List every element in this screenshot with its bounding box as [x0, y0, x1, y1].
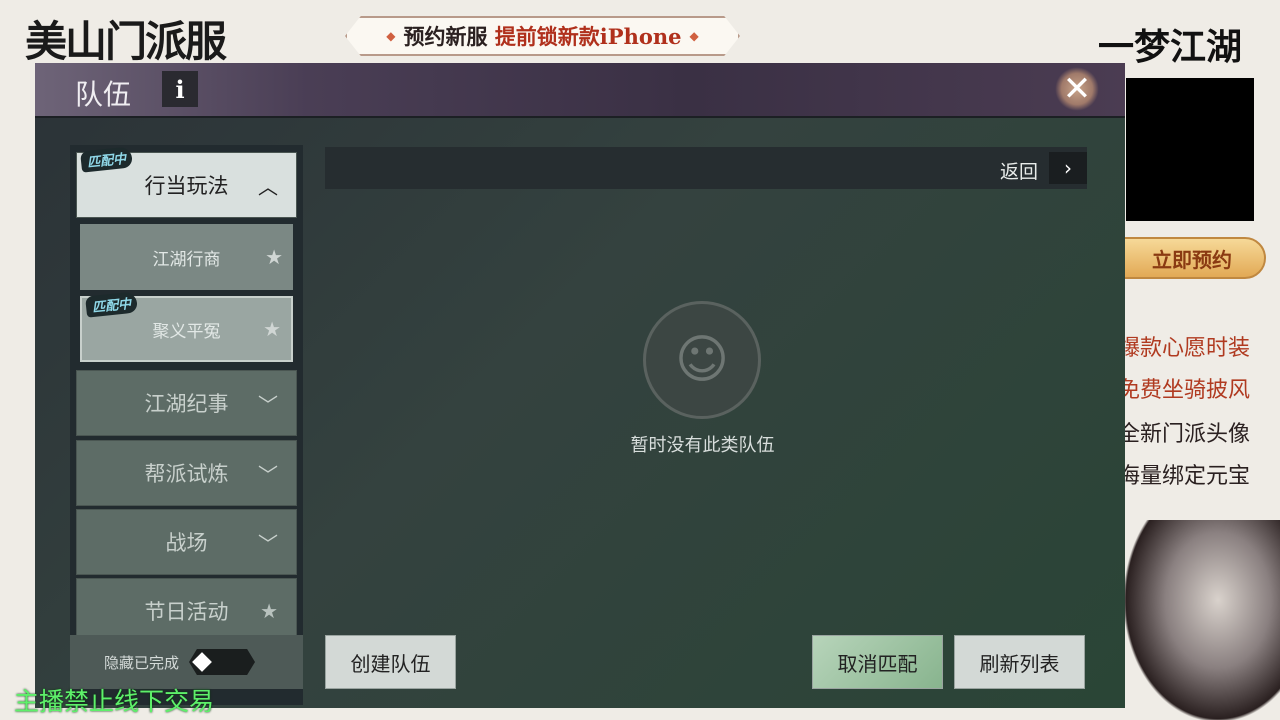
webcam-area: [1126, 78, 1254, 221]
team-list-topbar: [325, 147, 1087, 189]
stream-logo-left: 美山门派服: [25, 8, 225, 69]
category-jianghu-jishi[interactable]: 江湖纪事 ﹀: [76, 370, 297, 436]
hide-completed-toggle[interactable]: [189, 649, 255, 675]
info-button[interactable]: i: [162, 71, 198, 107]
stream-warning: 主播禁止线下交易: [14, 682, 214, 718]
category-label: 节日活动: [145, 596, 229, 626]
character-portrait: [1125, 520, 1280, 720]
category-label: 江湖纪事: [145, 388, 229, 418]
chevron-down-icon: ﹀: [258, 459, 278, 488]
dialog-header: 队伍 i ✕: [35, 63, 1125, 118]
promo-line: 海量绑定元宝: [1118, 458, 1268, 490]
back-label[interactable]: 返回: [1000, 157, 1038, 184]
subcategory-juyi[interactable]: 匹配中 聚义平冤 ★: [80, 296, 293, 362]
chevron-down-icon: ﹀: [258, 389, 278, 418]
create-team-button[interactable]: 创建队伍: [325, 635, 456, 689]
matching-badge: 匹配中: [85, 291, 138, 317]
category-label: 帮派试炼: [145, 458, 229, 488]
banner-text-1: 预约新服: [404, 21, 488, 51]
category-label: 行当玩法: [145, 170, 229, 200]
category-hangdang[interactable]: 匹配中 行当玩法 ︿: [76, 152, 297, 218]
banner-text-2: 提前锁新款iPhone: [495, 21, 682, 51]
chevron-up-icon: ︿: [258, 171, 278, 200]
chevron-down-icon: ﹀: [258, 528, 278, 557]
refresh-list-button[interactable]: 刷新列表: [954, 635, 1085, 689]
promo-line: 爆款心愿时装: [1118, 330, 1268, 362]
promo-line: 免费坐骑披风: [1118, 372, 1268, 404]
team-dialog: 队伍 i ✕ 匹配中 行当玩法 ︿ 江湖行商 ★ 匹配中 聚义平冤 ★ 江湖纪事…: [35, 63, 1125, 708]
subcategory-jianghu-trade[interactable]: 江湖行商 ★: [80, 224, 293, 290]
hide-completed-label: 隐藏已完成: [104, 652, 179, 673]
matching-badge: 匹配中: [80, 146, 133, 172]
subcategory-label: 江湖行商: [153, 245, 221, 270]
cancel-match-button[interactable]: 取消匹配: [812, 635, 943, 689]
category-bangpai[interactable]: 帮派试炼 ﹀: [76, 440, 297, 506]
category-battlefield[interactable]: 战场 ﹀: [76, 509, 297, 575]
close-button[interactable]: ✕: [1055, 67, 1099, 111]
category-sidebar: 匹配中 行当玩法 ︿ 江湖行商 ★ 匹配中 聚义平冤 ★ 江湖纪事 ﹀ 帮派试炼 ﹀…: [70, 145, 303, 705]
promo-line: 全新门派头像: [1118, 416, 1268, 448]
star-icon[interactable]: ★: [263, 317, 281, 341]
category-label: 战场: [166, 527, 208, 557]
promo-banner: ◆预约新服 提前锁新款iPhone◆: [345, 16, 740, 56]
subcategory-label: 聚义平冤: [153, 317, 221, 342]
star-icon[interactable]: ★: [260, 599, 278, 623]
chevron-right-icon[interactable]: ›: [1049, 152, 1087, 184]
empty-state-text: 暂时没有此类队伍: [620, 431, 785, 457]
hide-completed-row: 隐藏已完成: [70, 635, 303, 689]
empty-mascot-icon: ☺: [643, 301, 761, 419]
star-icon[interactable]: ★: [265, 245, 283, 269]
dialog-title: 队伍: [75, 73, 131, 113]
reserve-button[interactable]: 立即预约: [1118, 237, 1266, 279]
